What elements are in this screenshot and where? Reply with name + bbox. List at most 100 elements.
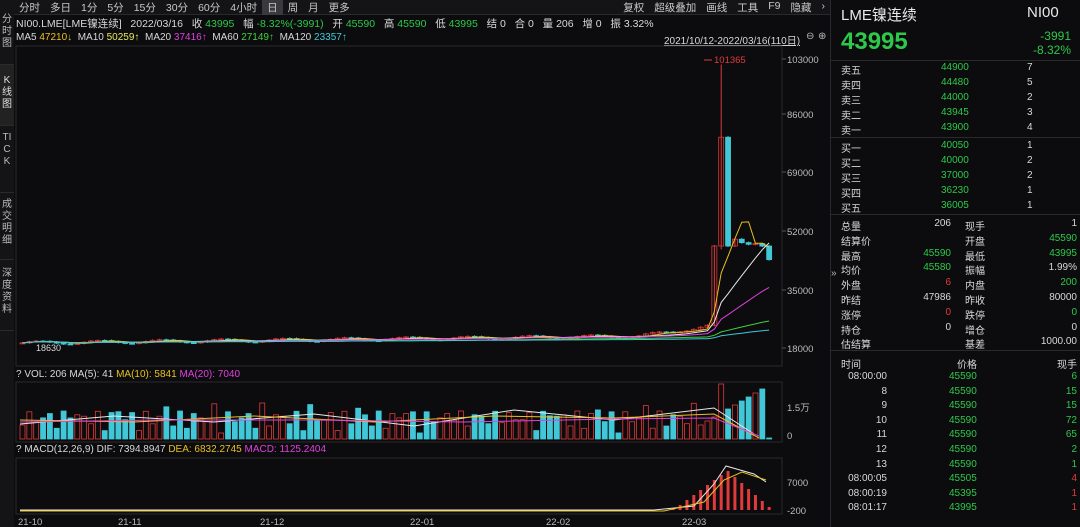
tab-timeshare[interactable]: 分时图 — [0, 0, 14, 65]
volume-value: 206 — [556, 18, 574, 30]
period-month[interactable]: 月 — [303, 0, 324, 15]
volume-bar — [423, 411, 430, 440]
volume-bar — [177, 410, 183, 440]
ma10-label: MA10 — [77, 32, 104, 43]
macd-bar — [692, 495, 696, 510]
period-more[interactable]: 更多 — [324, 0, 355, 15]
quote-panel: LME镍连续 NI00 43995 -3991 -8.32% 卖五 44900 7 卖… — [830, 0, 1080, 527]
tick-time: 08:01:17 — [848, 502, 887, 514]
macd-settings-icon[interactable]: ? — [16, 444, 22, 455]
ticks-header-time: 时间 — [841, 360, 861, 371]
period-60min[interactable]: 60分 — [193, 0, 225, 15]
volume-bar — [355, 407, 362, 440]
volume-bar — [574, 410, 581, 440]
period-day[interactable]: 日 — [262, 0, 283, 15]
macd-bar — [767, 507, 771, 510]
volume-bar — [444, 413, 451, 440]
overlay-button[interactable]: 超级叠加 — [649, 0, 701, 15]
hide-button[interactable]: 隐藏 — [786, 0, 817, 15]
period-week[interactable]: 周 — [283, 0, 304, 15]
max-price-marker: 101365 — [714, 55, 746, 66]
volume-label: 量 — [542, 18, 554, 30]
stat-row: 涨停 0 跌停 0 — [831, 307, 1080, 322]
ma10-line — [22, 242, 770, 344]
candle-body — [67, 343, 74, 346]
tab-tick[interactable]: TICK — [0, 126, 14, 193]
stat-value: 1.99% — [1048, 262, 1077, 274]
quote-code: NI00 — [1027, 4, 1059, 21]
f9-button[interactable]: F9 — [763, 0, 785, 15]
period-30min[interactable]: 30分 — [161, 0, 193, 15]
tick-volume: 15 — [1065, 385, 1077, 397]
stat-row: 持仓 0 增仓 0 — [831, 322, 1080, 337]
zoom-out-icon[interactable]: ⊖ — [806, 31, 814, 42]
macd-panel-frame — [15, 457, 783, 515]
tick-volume: 65 — [1065, 429, 1077, 441]
divider — [831, 214, 1080, 215]
volume-bar — [334, 430, 341, 440]
ma20-value: 37416↑ — [173, 32, 207, 43]
bid-label: 买五 — [841, 204, 861, 215]
ask-price: 44000 — [941, 92, 969, 103]
volume-bar — [341, 410, 348, 440]
volume-bar — [259, 402, 266, 440]
tick-row: 08:00:05 45505 4 — [831, 473, 1080, 488]
vol-settings-icon[interactable]: ? — [16, 369, 22, 380]
price-axis-label: 35000 — [787, 286, 813, 297]
stat-row: 外盘 6 内盘 200 — [831, 277, 1080, 292]
period-multi-day[interactable]: 多日 — [45, 0, 76, 15]
ma5-label: MA5 — [16, 32, 37, 43]
settle-label: 结 — [486, 18, 498, 30]
ask-price: 43945 — [941, 107, 969, 118]
hide-arrow-icon[interactable]: › — [817, 0, 831, 15]
stat-value: 47986 — [923, 292, 951, 303]
volume-bar — [19, 424, 26, 440]
stat-label: 昨结 — [841, 296, 861, 307]
period-4hour[interactable]: 4小时 — [225, 0, 262, 15]
volume-bar — [615, 432, 622, 440]
period-15min[interactable]: 15分 — [129, 0, 161, 15]
bid-volume: 2 — [1027, 170, 1033, 181]
stat-value: 0 — [1071, 306, 1077, 318]
bid-row: 买五 36005 1 — [831, 200, 1080, 215]
volume-bar — [307, 404, 314, 440]
zoom-in-icon[interactable]: ⊕ — [818, 31, 826, 42]
stat-value: 6 — [945, 277, 951, 289]
stat-label: 最高 — [841, 251, 861, 263]
draw-line-button[interactable]: 画线 — [701, 0, 732, 15]
volume-bar — [677, 415, 683, 440]
period-1min[interactable]: 1分 — [76, 0, 102, 15]
period-5min[interactable]: 5分 — [102, 0, 128, 15]
volume-bar — [540, 410, 546, 440]
adjust-button[interactable]: 复权 — [618, 0, 649, 15]
volume-bar — [711, 416, 718, 440]
tick-time: 13 — [875, 458, 887, 470]
tab-kline[interactable]: K线图 — [0, 65, 14, 126]
volume-bar — [142, 410, 149, 440]
high-value: 45590 — [397, 18, 427, 30]
bid-row: 买二 40000 2 — [831, 155, 1080, 170]
volume-bar — [94, 410, 101, 440]
tools-button[interactable]: 工具 — [732, 0, 763, 15]
collapse-arrow-icon[interactable]: » — [831, 268, 837, 279]
stat-label: 增仓 — [965, 325, 985, 337]
low-label: 低 — [435, 18, 446, 30]
candle-body — [745, 242, 752, 245]
volume-bar — [642, 405, 649, 440]
low-value: 43995 — [448, 18, 478, 30]
volume-bar — [457, 410, 464, 440]
tab-depth-data[interactable]: 深度资料 — [0, 260, 14, 331]
volume-bar — [204, 421, 211, 440]
tick-row: 08:01:17 43995 1 — [831, 502, 1080, 517]
period-timeshare[interactable]: 分时 — [14, 0, 45, 15]
volume-bar — [348, 423, 355, 440]
volume-bar — [375, 410, 382, 440]
close-value: 43995 — [205, 18, 235, 30]
tab-trade-details[interactable]: 成交明细 — [0, 193, 14, 260]
position-value: 0 — [528, 18, 534, 30]
volume-bar — [608, 411, 615, 440]
ask-row: 卖一 43900 4 — [831, 122, 1080, 137]
tick-volume: 4 — [1071, 473, 1077, 485]
bid-volume: 1 — [1027, 140, 1033, 151]
ask-price: 43900 — [941, 122, 969, 133]
